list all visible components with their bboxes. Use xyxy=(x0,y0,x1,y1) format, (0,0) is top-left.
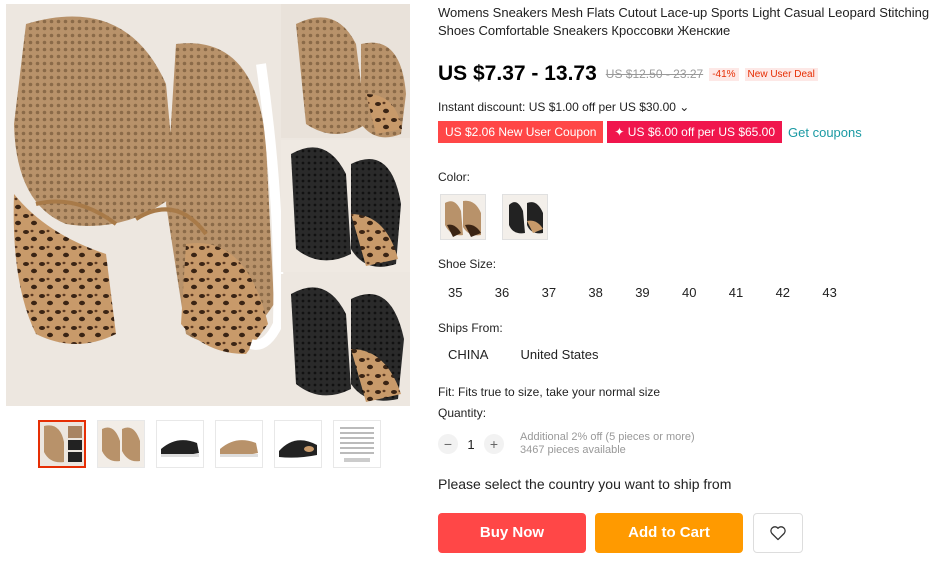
fit-info: Fit: Fits true to size, take your normal… xyxy=(438,385,661,399)
wishlist-button[interactable] xyxy=(753,513,803,553)
price-row: US $7.37 - 13.73 US $12.50 - 23.27 -41% … xyxy=(438,62,818,86)
thumbnail-1[interactable] xyxy=(38,420,86,468)
shoe-size-label: Shoe Size: xyxy=(438,257,497,271)
color-option-beige-leopard[interactable] xyxy=(440,194,486,240)
add-to-cart-button[interactable]: Add to Cart xyxy=(595,513,743,553)
thumbnail-2[interactable] xyxy=(97,420,145,468)
new-user-coupon[interactable]: US $2.06 New User Coupon xyxy=(438,121,604,143)
color-swatches xyxy=(440,194,548,240)
buy-now-button[interactable]: Buy Now xyxy=(438,513,586,553)
size-option[interactable]: 37 xyxy=(536,284,583,302)
get-coupons-link[interactable]: Get coupons xyxy=(788,125,862,140)
quantity-decrease-button[interactable]: − xyxy=(438,434,458,454)
ships-from-label: Ships From: xyxy=(438,321,503,335)
size-option[interactable]: 40 xyxy=(676,284,723,302)
thumbnail-strip xyxy=(38,420,381,468)
new-user-deal-badge: New User Deal xyxy=(744,67,818,81)
thumbnail-6-size-chart[interactable] xyxy=(333,420,381,468)
size-option[interactable]: 35 xyxy=(442,284,489,302)
quantity-value[interactable]: 1 xyxy=(458,437,484,452)
shoe-size-options: 35 36 37 38 39 40 41 42 43 xyxy=(442,284,863,302)
heart-icon xyxy=(770,526,786,541)
color-option-black-leopard[interactable] xyxy=(502,194,548,240)
quantity-label: Quantity: xyxy=(438,406,487,420)
stock-available-text: 3467 pieces available xyxy=(520,444,626,456)
size-option[interactable]: 42 xyxy=(770,284,817,302)
ships-from-option-china[interactable]: CHINA xyxy=(448,347,488,362)
size-option[interactable]: 36 xyxy=(489,284,536,302)
main-product-image[interactable] xyxy=(6,4,410,406)
quantity-stepper: − 1 + Additional 2% off (5 pieces or mor… xyxy=(438,431,695,457)
size-option[interactable]: 39 xyxy=(629,284,676,302)
select-country-message: Please select the country you want to sh… xyxy=(438,476,732,492)
size-option[interactable]: 41 xyxy=(723,284,770,302)
size-option[interactable]: 38 xyxy=(582,284,629,302)
quantity-increase-button[interactable]: + xyxy=(484,434,504,454)
discount-badge: -41% xyxy=(709,67,739,81)
thumbnail-4[interactable] xyxy=(215,420,263,468)
instant-discount-dropdown[interactable]: Instant discount: US $1.00 off per US $3… xyxy=(438,100,689,114)
quantity-info: Additional 2% off (5 pieces or more) 346… xyxy=(520,431,695,457)
product-title: Womens Sneakers Mesh Flats Cutout Lace-u… xyxy=(438,5,930,38)
color-label: Color: xyxy=(438,170,471,184)
bulk-discount-text: Additional 2% off (5 pieces or more) xyxy=(520,431,695,443)
thumbnail-5[interactable] xyxy=(274,420,322,468)
store-coupon[interactable]: ✦ US $6.00 off per US $65.00 xyxy=(607,121,783,143)
action-buttons: Buy Now Add to Cart xyxy=(438,513,803,553)
coupon-row: US $2.06 New User Coupon ✦ US $6.00 off … xyxy=(438,121,862,143)
size-option[interactable]: 43 xyxy=(816,284,863,302)
thumbnail-3[interactable] xyxy=(156,420,204,468)
ships-from-options: CHINA United States xyxy=(448,347,599,362)
original-price: US $12.50 - 23.27 xyxy=(605,67,704,81)
ships-from-option-united-states[interactable]: United States xyxy=(520,347,598,362)
current-price: US $7.37 - 13.73 xyxy=(438,62,597,85)
